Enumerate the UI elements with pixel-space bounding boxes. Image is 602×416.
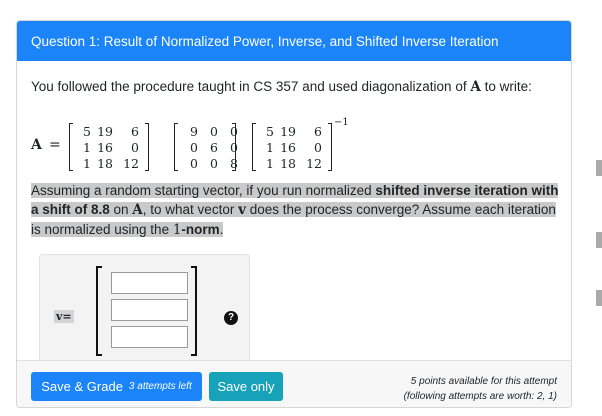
save-grade-label: Save & Grade [41, 379, 123, 394]
matrix-d: 900060008 [174, 123, 238, 171]
question-title: Question 1: Result of Normalized Power, … [17, 21, 571, 61]
left-bracket [96, 266, 102, 356]
matrix-cell: 9 [190, 124, 198, 139]
equation-lhs: A [31, 137, 42, 153]
matrix-cell: 6 [210, 140, 218, 155]
edge-tab [596, 290, 602, 306]
matrix-cell: 6 [131, 124, 139, 139]
matrix-bracket-right [328, 123, 332, 171]
matrix-cell: 16 [280, 140, 296, 155]
matrix-cell: 0 [314, 140, 322, 155]
question-prompt: Assuming a random starting vector, if yo… [31, 181, 561, 240]
prompt-part: Assuming a random starting vector, if yo… [31, 183, 376, 198]
matrix-cell: 1 [83, 140, 91, 155]
save-grade-button[interactable]: Save & Grade 3 attempts left [31, 372, 202, 401]
matrix-p: 5 19 6 1 16 0 1 18 12 [69, 123, 149, 171]
answer-panel: v= ? [39, 254, 250, 364]
points-info: 5 points available for this attempt (fol… [404, 374, 557, 404]
save-only-button[interactable]: Save only [209, 372, 283, 401]
matrix-cell: 12 [306, 156, 322, 171]
prompt-norm: -norm [181, 222, 220, 237]
vector-input-1[interactable] [111, 272, 188, 294]
card-footer: Save & Grade 3 attempts left Save only 5 … [17, 360, 571, 407]
vector-label: v= [54, 310, 74, 323]
matrix-cell: 5 [266, 124, 274, 139]
intro-text-part: You followed the procedure taught in CS … [31, 79, 471, 94]
edge-tab [596, 232, 602, 248]
prompt-part: , to what vector [142, 202, 239, 217]
intro-text: You followed the procedure taught in CS … [31, 79, 532, 95]
matrix-cell: 18 [97, 156, 113, 171]
right-bracket [191, 266, 197, 356]
matrix-bracket-right [145, 123, 149, 171]
prompt-var-v: v [238, 202, 246, 218]
matrix-cell: 0 [210, 156, 218, 171]
matrix-variable: A [470, 79, 481, 95]
matrix-cell: 0 [131, 140, 139, 155]
intro-text-part: to write: [480, 79, 532, 94]
help-icon[interactable]: ? [224, 311, 238, 325]
vector-input-3[interactable] [111, 326, 188, 348]
matrix-cell: 0 [210, 124, 218, 139]
equation-equals: = [49, 137, 61, 153]
matrix-cell: 5 [83, 124, 91, 139]
points-available: 5 points available for this attempt [410, 376, 557, 387]
matrix-cell: 1 [266, 156, 274, 171]
matrix-p-inverse: 5 19 6 1 16 0 1 18 12 [252, 123, 332, 171]
prompt-part: on [109, 202, 133, 217]
matrix-cell: 8 [230, 156, 238, 171]
prompt-var-a: A [132, 202, 143, 218]
matrix-cell: 0 [190, 140, 198, 155]
matrix-cell: 0 [190, 156, 198, 171]
vector-input-2[interactable] [111, 299, 188, 321]
matrix-cell: 0 [230, 124, 238, 139]
inverse-exponent: −1 [334, 117, 349, 128]
attempts-left: 3 attempts left [128, 381, 192, 392]
matrix-cell: 6 [314, 124, 322, 139]
matrix-cell: 1 [266, 140, 274, 155]
following-attempts: (following attempts are worth: 2, 1) [403, 391, 557, 402]
matrix-cell: 12 [123, 156, 139, 171]
question-card: Question 1: Result of Normalized Power, … [16, 20, 572, 408]
matrix-cell: 19 [97, 124, 113, 139]
prompt-part: . [219, 222, 224, 237]
edge-tab [596, 160, 602, 176]
matrix-cell: 1 [83, 156, 91, 171]
matrix-cell: 0 [230, 140, 238, 155]
matrix-bracket-left [174, 123, 178, 171]
matrix-cell: 18 [280, 156, 296, 171]
matrix-cell: 19 [280, 124, 296, 139]
matrix-cell: 16 [97, 140, 113, 155]
